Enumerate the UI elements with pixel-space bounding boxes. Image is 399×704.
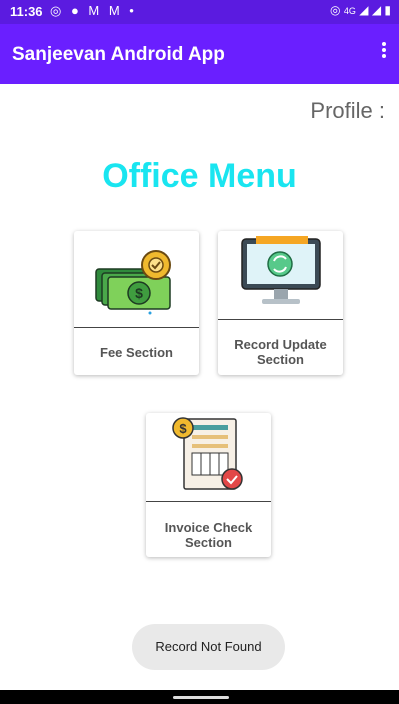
app-title: Sanjeevan Android App <box>12 44 225 65</box>
invoice-check-card[interactable]: $ Invoice Check Section <box>146 413 271 557</box>
app-bar: Sanjeevan Android App <box>0 24 399 84</box>
money-gear-icon: $ <box>74 231 199 331</box>
notification-icons: ◎ ● M M • <box>50 3 137 18</box>
record-update-label: Record Update Section <box>234 337 327 367</box>
status-time: 11:36 <box>10 4 43 19</box>
svg-text:$: $ <box>179 421 187 436</box>
status-icons: ◎ 4G ◢ ◢ ▮ <box>330 3 391 17</box>
signal-icon: ◢ <box>359 3 369 17</box>
page-title: Office Menu <box>102 157 297 195</box>
monitor-refresh-icon <box>218 231 343 326</box>
home-gesture-handle[interactable] <box>173 696 229 699</box>
invoice-icon: $ <box>146 413 271 506</box>
record-update-card[interactable]: Record Update Section <box>218 231 343 375</box>
hotspot-icon: ◎ <box>330 3 341 17</box>
battery-icon: ▮ <box>384 3 391 17</box>
fee-section-card[interactable]: $ Fee Section <box>74 231 199 375</box>
svg-text:$: $ <box>135 285 143 301</box>
overflow-menu-icon[interactable] <box>379 40 389 64</box>
profile-label: Profile : <box>310 98 385 123</box>
fee-section-label: Fee Section <box>100 345 173 360</box>
navigation-bar <box>0 690 399 704</box>
signal-icon-2: ◢ <box>371 3 382 17</box>
invoice-check-label: Invoice Check Section <box>164 520 253 550</box>
status-bar: 11:36 ◎ ● M M • ◎ 4G ◢ ◢ ▮ <box>0 0 399 24</box>
network-type: 4G <box>343 6 356 16</box>
toast-message: Record Not Found <box>132 624 285 670</box>
